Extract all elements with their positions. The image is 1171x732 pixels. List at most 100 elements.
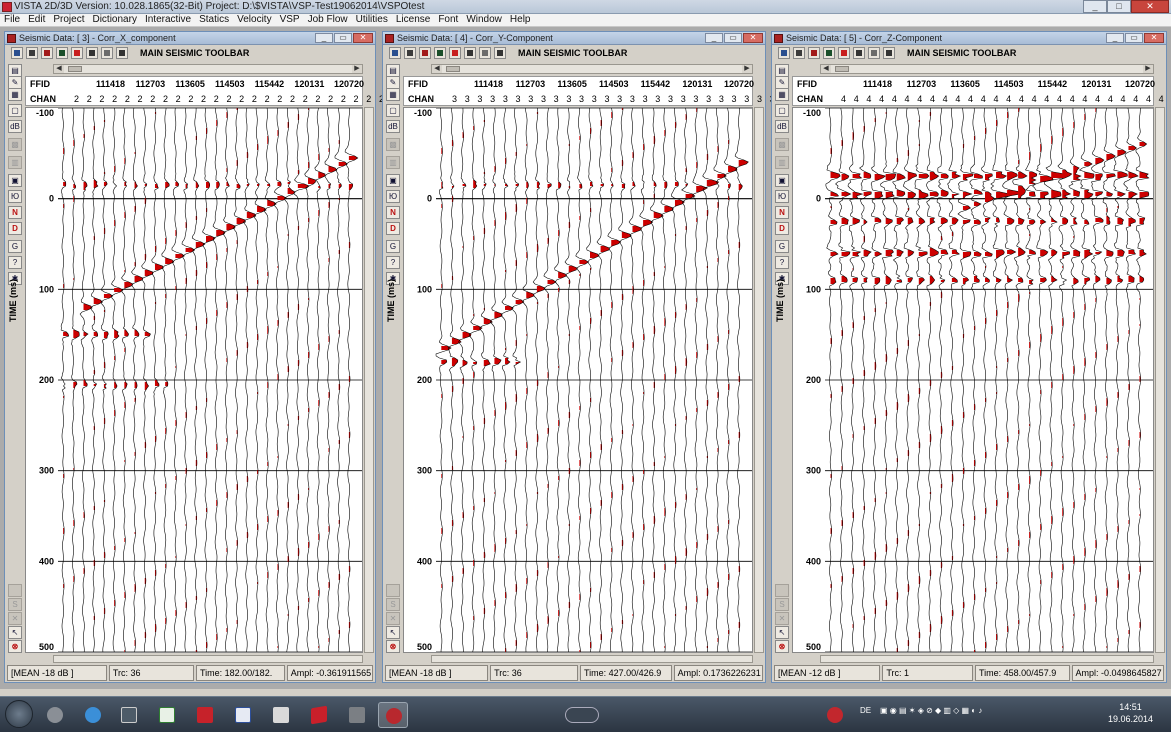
seismic-plot[interactable]: -100 0 100 200 300 400 500 xyxy=(25,107,363,653)
seismic-plot[interactable]: -100 0 100 200 300 400 500 xyxy=(403,107,753,653)
panel-minimize-button[interactable]: _ xyxy=(1106,33,1124,43)
taskbar-vista[interactable] xyxy=(378,702,408,728)
bottom-scrollbar[interactable] xyxy=(431,655,753,663)
taskbar-ie[interactable] xyxy=(78,702,108,728)
panel-titlebar[interactable]: Seismic Data: [ 5] - Corr_Z-Component _ ▭ ✕ xyxy=(772,32,1166,45)
sidebar-g-button[interactable]: G xyxy=(8,240,22,253)
menu-help[interactable]: Help xyxy=(506,14,535,26)
sidebar-fk-button[interactable]: Ю xyxy=(775,190,789,203)
sidebar-pointer-button[interactable]: ↖ xyxy=(386,626,400,639)
taskbar-package[interactable] xyxy=(304,702,334,728)
sidebar-help-button[interactable]: ? xyxy=(775,256,789,269)
sidebar-stop-button[interactable]: ⊗ xyxy=(8,640,22,653)
sidebar-stop-button[interactable]: ⊗ xyxy=(775,640,789,653)
maximize-button[interactable]: □ xyxy=(1107,0,1131,13)
panel-close-button[interactable]: ✕ xyxy=(1144,33,1164,43)
toolbar-button-wiggle-icon[interactable] xyxy=(838,47,850,59)
vertical-scrollbar[interactable] xyxy=(754,107,764,653)
toolbar-button-tools-icon[interactable] xyxy=(86,47,98,59)
sidebar-pointer-button[interactable]: ↖ xyxy=(775,626,789,639)
sidebar-db-button[interactable]: dB xyxy=(775,120,789,133)
sidebar-gain-button[interactable]: ▢ xyxy=(386,104,400,117)
start-button[interactable] xyxy=(5,700,33,728)
panel-restore-button[interactable]: ▭ xyxy=(334,33,352,43)
panel-restore-button[interactable]: ▭ xyxy=(1125,33,1143,43)
sidebar-s-button[interactable]: S xyxy=(386,598,400,611)
menu-dictionary[interactable]: Dictionary xyxy=(88,14,140,26)
app-titlebar[interactable]: VISTA 2D/3D Version: 10.028.1865(32-Bit)… xyxy=(0,0,1171,14)
sidebar-color-button[interactable]: ▦ xyxy=(775,88,789,101)
sidebar-blank-button[interactable] xyxy=(775,584,789,597)
panel-close-button[interactable]: ✕ xyxy=(743,33,763,43)
sidebar-color-button[interactable]: ▦ xyxy=(386,88,400,101)
sidebar-x-button[interactable]: ✕ xyxy=(8,612,22,625)
toolbar-button-wiggle-icon[interactable] xyxy=(71,47,83,59)
sidebar-grid-button[interactable]: ▩ xyxy=(775,138,789,151)
toolbar-button-zoom-icon[interactable] xyxy=(434,47,446,59)
taskbar-tool[interactable] xyxy=(342,702,372,728)
sidebar-n-button[interactable]: N xyxy=(386,206,400,219)
sidebar-s-button[interactable]: S xyxy=(8,598,22,611)
menu-job-flow[interactable]: Job Flow xyxy=(304,14,352,26)
scroll-thumb[interactable] xyxy=(446,66,460,72)
close-button[interactable]: ✕ xyxy=(1131,0,1169,13)
taskbar-app-red[interactable] xyxy=(190,702,220,728)
scroll-left-icon[interactable]: ◀ xyxy=(432,65,442,73)
toolbar-button-tools-icon[interactable] xyxy=(464,47,476,59)
toolbar-button-split-icon[interactable] xyxy=(479,47,491,59)
sidebar-d-button[interactable]: D xyxy=(775,222,789,235)
tray-icons[interactable]: ▣ ◉ ▤ ✶ ◈ ⊘ ◆ ▥ ◇ ▦ ◐ ♪ xyxy=(880,706,982,715)
seismic-window-y[interactable]: Seismic Data: [ 4] - Corr_Y-Component _ ▭ ✕… xyxy=(382,31,813,683)
taskbar-gino[interactable] xyxy=(266,702,296,728)
sidebar-stop-button[interactable]: ⊗ xyxy=(386,640,400,653)
toolbar-button-open-icon[interactable] xyxy=(778,47,790,59)
bottom-scrollbar[interactable] xyxy=(53,655,363,663)
sidebar-db-button[interactable]: dB xyxy=(386,120,400,133)
toolbar-button-scale-icon[interactable] xyxy=(494,47,506,59)
toolbar-button-palette-icon[interactable] xyxy=(419,47,431,59)
toolbar-button-palette-icon[interactable] xyxy=(41,47,53,59)
toolbar-button-gear-icon[interactable] xyxy=(793,47,805,59)
sidebar-help-button[interactable]: ? xyxy=(386,256,400,269)
panel-minimize-button[interactable]: _ xyxy=(315,33,333,43)
toolbar-button-scale-icon[interactable] xyxy=(883,47,895,59)
scroll-thumb[interactable] xyxy=(68,66,82,72)
menu-project[interactable]: Project xyxy=(49,14,88,26)
sidebar-db-button[interactable]: dB xyxy=(8,120,22,133)
vertical-scrollbar[interactable] xyxy=(364,107,374,653)
taskbar-excel[interactable] xyxy=(152,702,182,728)
toolbar-button-wiggle-icon[interactable] xyxy=(449,47,461,59)
sidebar-vsp-button[interactable]: ▣ xyxy=(386,174,400,187)
panel-titlebar[interactable]: Seismic Data: [ 4] - Corr_Y-Component _ ▭ ✕ xyxy=(383,32,765,45)
taskbar-explorer[interactable] xyxy=(40,702,70,728)
horizontal-scrollbar[interactable]: ◀ ▶ xyxy=(431,64,753,74)
language-indicator[interactable]: DE xyxy=(860,706,871,715)
keyboard-toggle[interactable] xyxy=(565,707,599,723)
scroll-right-icon[interactable]: ▶ xyxy=(352,65,362,73)
menu-license[interactable]: License xyxy=(392,14,434,26)
toolbar-button-split-icon[interactable] xyxy=(868,47,880,59)
sidebar-d-button[interactable]: D xyxy=(386,222,400,235)
panel-restore-button[interactable]: ▭ xyxy=(724,33,742,43)
seismic-window-z[interactable]: Seismic Data: [ 5] - Corr_Z-Component _ ▭ ✕… xyxy=(771,31,1171,683)
toolbar-button-tools-icon[interactable] xyxy=(853,47,865,59)
sidebar-g-button[interactable]: G xyxy=(386,240,400,253)
vertical-scrollbar[interactable] xyxy=(1155,107,1165,653)
menu-window[interactable]: Window xyxy=(462,14,506,26)
menu-statics[interactable]: Statics xyxy=(195,14,233,26)
sidebar-sort-button[interactable]: ▥ xyxy=(386,156,400,169)
sidebar-d-button[interactable]: D xyxy=(8,222,22,235)
panel-close-button[interactable]: ✕ xyxy=(353,33,373,43)
menu-edit[interactable]: Edit xyxy=(24,14,49,26)
sidebar-blank-button[interactable] xyxy=(8,584,22,597)
sidebar-pointer-button[interactable]: ↖ xyxy=(8,626,22,639)
sidebar-sort-button[interactable]: ▥ xyxy=(775,156,789,169)
sidebar-grid-button[interactable]: ▩ xyxy=(386,138,400,151)
scroll-thumb[interactable] xyxy=(835,66,849,72)
seismic-plot[interactable]: -100 0 100 200 300 400 500 xyxy=(792,107,1154,653)
sidebar-n-button[interactable]: N xyxy=(8,206,22,219)
sidebar-g-button[interactable]: G xyxy=(775,240,789,253)
taskbar-tray-app[interactable] xyxy=(820,702,850,728)
sidebar-color-button[interactable]: ▦ xyxy=(8,88,22,101)
sidebar-s-button[interactable]: S xyxy=(775,598,789,611)
